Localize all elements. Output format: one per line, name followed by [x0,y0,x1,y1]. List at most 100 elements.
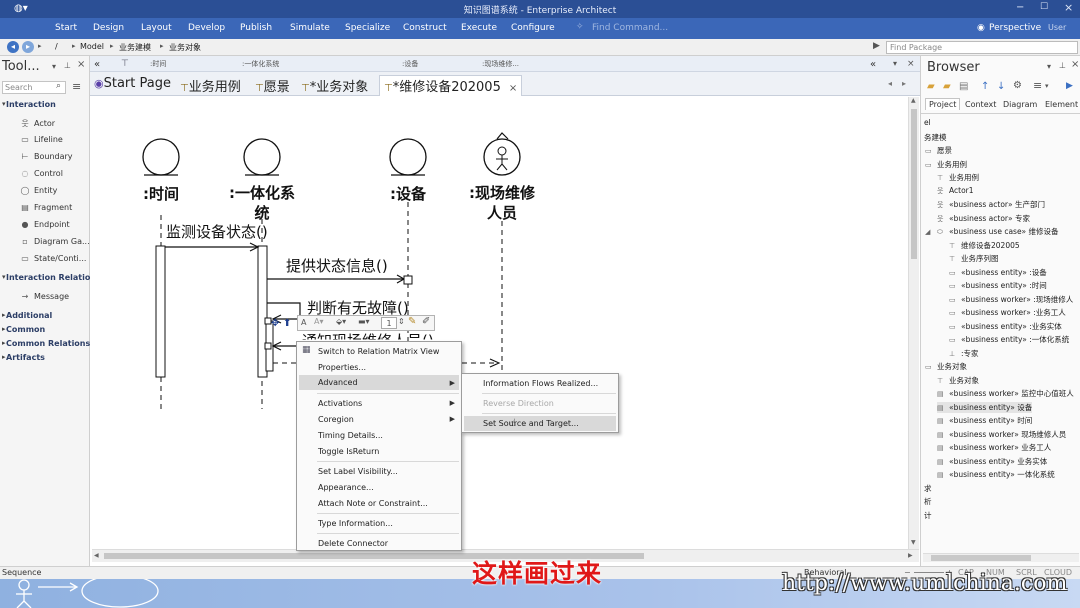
up-arrow-icon[interactable]: ⬆ [283,318,291,329]
menu-simulate[interactable]: Simulate [290,23,330,33]
scroll-left-icon[interactable]: « [94,59,100,70]
expand-icon[interactable]: ▸ [2,325,6,333]
activation-time[interactable] [155,245,166,378]
entity-symbol-device[interactable] [389,138,427,176]
tree-item[interactable]: ⊤ 业务序列图 [949,253,999,264]
tree-item[interactable]: ▤ «business worker» 现场维修人员 [937,429,1066,440]
menu-item-type-information[interactable]: Type Information... [318,519,393,528]
tool-lifeline[interactable]: ▭ Lifeline [20,135,63,144]
tree-item[interactable]: ◢ ⬭ «business use case» 维修设备 [925,226,1059,237]
close-icon[interactable]: × [1064,1,1073,14]
element-tab-system[interactable]: :一体化系统 [242,59,279,69]
tree-item[interactable]: ▤ «business entity» 业务实体 [937,456,1047,467]
menu-item-timing-details[interactable]: Timing Details... [318,431,383,440]
breadcrumb-root[interactable]: / [55,42,58,51]
tab-start-page[interactable]: ◉Start Page [94,76,171,91]
menu-item-delete-connector[interactable]: Delete Connector [318,539,388,548]
menu-construct[interactable]: Construct [403,23,447,33]
selection-handle[interactable] [264,342,272,350]
toolbox-section-interaction-relationships[interactable]: Interaction Relatio [6,273,90,282]
tool-control[interactable]: ◌ Control [20,169,63,178]
menu-item-appearance[interactable]: Appearance... [318,483,374,492]
tool-boundary[interactable]: ⊢ Boundary [20,152,73,161]
selection-handle[interactable] [403,275,413,285]
next-icon[interactable]: ▶ [1066,81,1073,91]
tree-item[interactable]: ▭ 业务用例 [925,159,967,170]
diagram-canvas[interactable]: :时间 :一体化系 统 :设备 :现场维修 人员 监测设备状态() 提供状态信息… [92,97,908,549]
pen-icon[interactable]: ✐ [422,316,430,327]
scroll-left-icon[interactable]: ◀ [94,552,99,559]
collapse-icon[interactable]: ◢ [925,228,934,236]
scroll-thumb[interactable] [931,555,1031,561]
toolbox-section-artifacts[interactable]: Artifacts [6,353,45,362]
message-label-1[interactable]: 监测设备状态() [166,221,268,242]
tree-item[interactable]: 析 [924,496,932,507]
breadcrumb-business-modeling[interactable]: 业务建模 [119,42,151,53]
new-folder-icon[interactable]: ▰ [927,81,935,92]
find-command-input[interactable]: Find Command... [592,23,668,33]
menu-execute[interactable]: Execute [461,23,497,33]
vertical-scrollbar[interactable]: ▲ ▼ [908,97,919,549]
collapse-icon[interactable]: ▾ [2,273,6,281]
dropdown-icon[interactable]: ▾ [893,59,897,68]
message-line-3[interactable] [267,302,301,320]
browser-tab-project[interactable]: Project [925,98,961,110]
scroll-right-icon[interactable]: « [870,59,876,70]
menu-start[interactable]: Start [55,23,77,33]
lifeline-label-device[interactable]: :设备 [378,183,438,204]
worker-symbol[interactable] [483,132,521,176]
menu-specialize[interactable]: Specialize [345,23,390,33]
tree-item[interactable]: ▭ «business entity» :业务实体 [949,321,1062,332]
menu-configure[interactable]: Configure [511,23,555,33]
tree-item[interactable]: ▤ «business entity» 一体化系统 [937,469,1055,480]
tree-item[interactable]: ▭ 愿景 [925,145,952,156]
new-package-icon[interactable]: ▰ [943,81,951,92]
back-icon[interactable]: ◂ [7,41,19,53]
maximize-icon[interactable]: ☐ [1040,2,1048,12]
panel-dropdown-icon[interactable]: ▾ [52,62,56,71]
tree-item[interactable]: ⊥:专家 [949,348,979,359]
perspective-button[interactable]: Perspective [989,23,1041,33]
element-tab-device[interactable]: :设备 [402,59,418,69]
tool-entity[interactable]: ◯ Entity [20,186,58,195]
tree-item[interactable]: 웃 Actor1 [937,186,974,196]
breadcrumb-business-objects[interactable]: 业务对象 [169,42,201,53]
pin-icon[interactable]: ⊥ [64,61,71,70]
menu-item-activations[interactable]: Activations [318,399,362,408]
lifeline-label-system[interactable]: :一体化系 统 [222,183,302,223]
menu-item-label-visibility[interactable]: Set Label Visibility... [318,467,398,476]
message-label-2[interactable]: 提供状态信息() [286,255,388,276]
fill-icon[interactable]: ⬙▾ [336,317,346,326]
nav-dropdown-icon[interactable]: ▸ [38,42,42,50]
close-tab-icon[interactable]: × [509,83,517,94]
move-icon[interactable]: ✥ [271,318,279,329]
tree-item[interactable]: ▭ «business entity» :设备 [949,267,1047,278]
collapse-icon[interactable]: ▾ [2,100,6,108]
expand-icon[interactable]: ▸ [2,353,6,361]
menu-item-advanced[interactable]: Advanced [299,375,459,390]
tree-item[interactable]: 웃 «business actor» 专家 [937,213,1030,224]
menu-item-relation-matrix[interactable]: Switch to Relation Matrix View [318,347,439,356]
menu-publish[interactable]: Publish [240,23,272,33]
submenu-item-information-flows[interactable]: Information Flows Realized... [483,379,598,388]
tree-item[interactable]: ▭ «business entity» :时间 [949,280,1047,291]
tool-actor[interactable]: 웃 Actor [20,118,55,129]
menu-item-toggle-isreturn[interactable]: Toggle IsReturn [318,447,379,456]
move-up-icon[interactable]: ↑ [981,81,989,92]
browser-tab-context[interactable]: Context [965,100,996,109]
close-panel-icon[interactable]: × [1071,59,1079,70]
tree-item[interactable]: 求 [924,483,932,494]
tab-business-use-cases[interactable]: ⊤业务用例 [180,76,241,95]
tree-item[interactable]: 웃 «business actor» 生产部门 [937,199,1045,210]
tool-state-continuation[interactable]: ▭ State/Conti... [20,254,86,263]
spinner-icon[interactable]: ⇕ [398,317,405,326]
tree-item[interactable]: ⊤ 业务用例 [937,172,979,183]
pin-icon[interactable]: ⊥ [1059,61,1066,70]
menu-item-coregion[interactable]: Coregion [318,415,354,424]
menu-item-properties[interactable]: Properties... [318,363,366,372]
lifeline-label-worker[interactable]: :现场维修 人员 [460,183,544,223]
brush-icon[interactable]: ✎ [408,316,416,327]
menu-icon[interactable]: ≡ [72,80,81,93]
tree-item[interactable]: ▤ «business worker» 业务工人 [937,442,1051,453]
font-icon[interactable]: A [301,318,306,327]
